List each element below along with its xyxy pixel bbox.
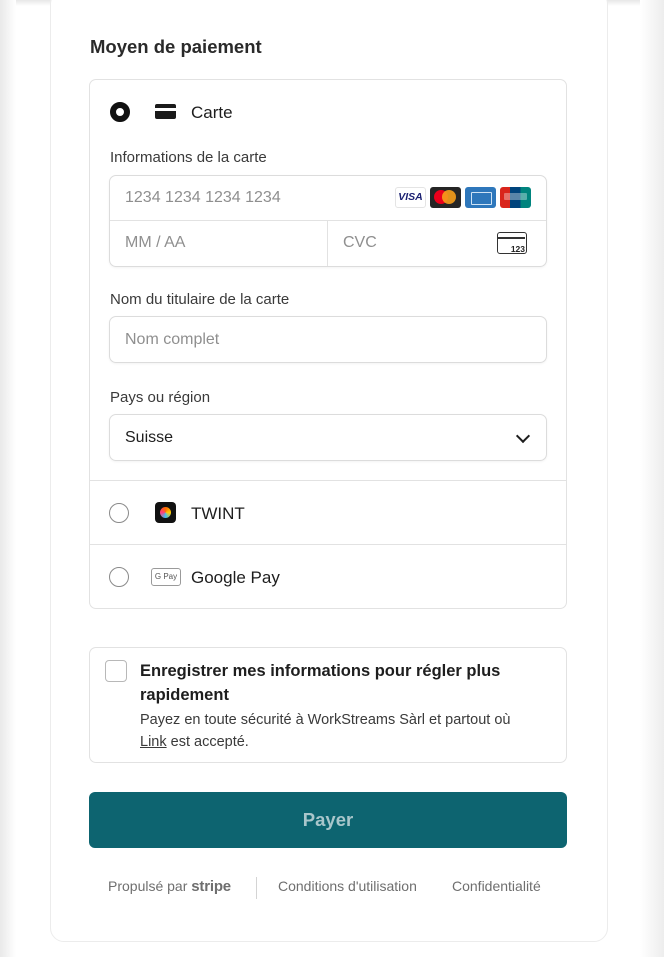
radio-google-pay[interactable] [109, 567, 129, 587]
method-label-twint[interactable]: TWINT [191, 504, 245, 524]
card-group-divider-vertical [327, 221, 328, 266]
cardholder-input[interactable]: Nom complet [109, 316, 547, 363]
powered-by[interactable]: Propulsé par stripe [108, 878, 231, 895]
powered-by-text: Propulsé par [108, 878, 188, 894]
save-info-desc-prefix: Payez en toute sécurité à WorkStreams Sà… [140, 712, 511, 728]
method-label-card[interactable]: Carte [191, 103, 233, 123]
cvc-input[interactable]: CVC [343, 234, 377, 252]
link-link[interactable]: Link [140, 734, 167, 750]
mastercard-icon [430, 187, 461, 208]
country-label: Pays ou région [110, 389, 211, 406]
radio-card-selected[interactable] [110, 102, 130, 122]
save-info-description: Payez en toute sécurité à WorkStreams Sà… [140, 709, 540, 753]
section-title: Moyen de paiement [90, 36, 262, 57]
card-brands: VISA [395, 187, 531, 208]
twint-icon [155, 502, 176, 523]
amex-icon [465, 187, 496, 208]
card-number-input[interactable]: 1234 1234 1234 1234 [125, 189, 281, 207]
method-label-google-pay[interactable]: Google Pay [191, 568, 280, 588]
cvc-card-icon: 123 [497, 232, 527, 254]
method-separator [90, 480, 566, 481]
chevron-down-icon [515, 428, 531, 444]
radio-twint[interactable] [109, 503, 129, 523]
save-info-desc-suffix: est accepté. [166, 734, 249, 750]
footer-divider [256, 877, 257, 899]
visa-icon: VISA [395, 187, 426, 208]
window-right-edge [640, 0, 664, 957]
pay-button[interactable]: Payer [89, 792, 567, 848]
stripe-logo: stripe [191, 878, 231, 895]
cardholder-label: Nom du titulaire de la carte [110, 291, 290, 308]
cvc-icon-digits: 123 [510, 244, 525, 254]
credit-card-icon [155, 104, 176, 119]
method-separator [90, 544, 566, 545]
expiry-input[interactable]: MM / AA [125, 234, 185, 252]
country-value: Suisse [125, 429, 174, 446]
country-select[interactable]: Suisse [109, 414, 547, 461]
terms-link[interactable]: Conditions d'utilisation [278, 878, 417, 894]
privacy-link[interactable]: Confidentialité [452, 878, 541, 894]
window-left-edge [0, 0, 16, 957]
card-group-divider [110, 220, 546, 221]
cardholder-placeholder: Nom complet [125, 331, 220, 348]
save-info-checkbox[interactable] [105, 660, 127, 682]
card-info-label: Informations de la carte [110, 149, 267, 166]
save-info-title[interactable]: Enregistrer mes informations pour régler… [140, 659, 540, 707]
unionpay-icon [500, 187, 531, 208]
google-pay-icon: G Pay [151, 568, 181, 586]
